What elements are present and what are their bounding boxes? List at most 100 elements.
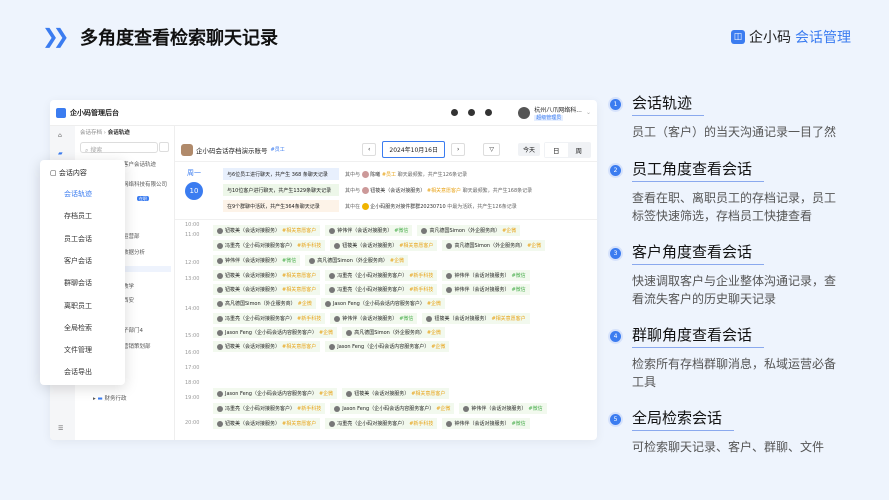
prev-day-button[interactable]: ‹ xyxy=(362,143,377,156)
chat-chip[interactable]: 钮筱美（会话对接服务） #相关意愿客户 xyxy=(342,388,450,399)
menu-item[interactable]: 会话轨迹 xyxy=(64,189,92,199)
menu-item[interactable]: 全局检索 xyxy=(64,323,92,333)
chat-chip[interactable]: Jason Feng（企小码会话内容服务客户） #企微 xyxy=(330,403,455,414)
compass-icon[interactable] xyxy=(451,109,459,116)
menu-item[interactable]: 员工会话 xyxy=(64,234,92,244)
feature-desc: 可检索聊天记录、客户、群聊、文件 xyxy=(632,440,825,454)
chat-chip[interactable]: 冯重亮（企小码对接服务客户） #新手科技 xyxy=(213,313,326,324)
contact-avatar xyxy=(217,272,223,279)
brand-icon: ◫ xyxy=(731,30,745,44)
folder-icon[interactable]: ▰ xyxy=(58,150,63,157)
tree-item[interactable]: 数据分析 xyxy=(123,248,145,256)
feature-title: 群聊角度查看会话 xyxy=(632,324,765,348)
home-icon[interactable]: ⌂ xyxy=(58,132,62,139)
date-picker[interactable]: 2024年10月16日 xyxy=(382,141,445,158)
search-input[interactable]: ⌕ 搜索 xyxy=(80,142,158,154)
chat-chip[interactable]: 钮筱美（会话对接服务） #相关意愿客户 xyxy=(213,341,321,352)
feature-item: 1 会话轨迹 员工（客户）的当天沟通记录一目了然 xyxy=(610,92,855,141)
next-day-button[interactable]: › xyxy=(450,143,466,156)
menu-item[interactable]: 群聊会话 xyxy=(64,278,92,288)
menu-item[interactable]: 会话导出 xyxy=(64,367,92,377)
chat-row: 高凡德国Simon（外企服务商） #企微 Jason Feng（企小码会话内容服务客… xyxy=(213,298,446,309)
chat-chip[interactable]: 钮筱美（会话对接服务） #相关意愿客户 xyxy=(213,284,321,295)
chat-chip[interactable]: 冯重亮（企小码对接服务客户） #新手科技 xyxy=(325,270,438,281)
step-number: 5 xyxy=(610,414,621,425)
contact-avatar xyxy=(463,405,470,412)
time-label: 15:00 xyxy=(185,333,200,339)
chat-chip[interactable]: 高凡德国Simon（外企服务商） #企微 xyxy=(213,298,316,309)
chat-row: 钮筱美（会话对接服务） #相关意愿客户 冯重亮（企小码对接服务客户） #新手科技 钟伟伴… xyxy=(213,418,530,429)
chat-row: 钟伟伴（会话对接服务） #微信 高凡德国Simon（外企服务商） #企微 xyxy=(213,255,409,266)
account-tag: #员工 xyxy=(270,147,285,153)
page-title: 多角度查看检索聊天记录 xyxy=(80,28,278,49)
contact-avatar xyxy=(329,286,336,293)
time-label: 19:00 xyxy=(185,395,200,401)
chat-chip[interactable]: Jason Feng（企小码会话内容服务客户） #企微 xyxy=(320,298,446,309)
breadcrumb: 会话存档 › 会话轨迹 xyxy=(80,130,130,136)
chat-chip[interactable]: 钮筱美（会话对接服务） #相关意愿客户 xyxy=(330,240,438,251)
chat-chip[interactable]: 钟伟伴（会话对接服务） #微信 xyxy=(442,418,530,429)
menu-item[interactable]: 文件管理 xyxy=(64,345,92,355)
tree-item-finance[interactable]: ▸ ▬ 财务行政 xyxy=(93,394,126,402)
chat-chip[interactable]: 高凡德国Simon（外企服务商） #企微 xyxy=(342,327,446,338)
brand-name: 企小码 xyxy=(749,30,791,46)
contact-avatar xyxy=(217,315,223,322)
tab-day[interactable]: 日 xyxy=(545,142,568,157)
chat-chip[interactable]: 高凡德国Simon（外企服务商） #企微 xyxy=(305,255,409,266)
chat-chip[interactable]: 钮筱美（会话对接服务） #相关意愿客户 xyxy=(422,313,530,324)
chat-chip[interactable]: Jason Feng（企小码会话内容服务客户） #企微 xyxy=(213,327,338,338)
calendar-icon[interactable] xyxy=(159,142,169,152)
feature-desc: 检索所有存档群聊消息，私域运营必备工具 xyxy=(632,357,837,389)
chat-chip[interactable]: 冯重亮（企小码对接服务客户） #新手科技 xyxy=(213,240,326,251)
time-label: 10:00 xyxy=(185,222,200,228)
filter-icon[interactable]: ▽ xyxy=(483,143,500,156)
contact-avatar xyxy=(446,272,453,279)
chat-chip[interactable]: 钟伟伴（会话对接服务） #微信 xyxy=(459,403,547,414)
contact-avatar xyxy=(334,315,341,322)
time-label: 17:00 xyxy=(185,365,200,371)
menu-header[interactable]: ▢ 会话内容 xyxy=(50,168,87,178)
chat-chip[interactable]: 冯重亮（企小码对接服务客户） #新手科技 xyxy=(213,403,326,414)
chat-chip[interactable]: 高凡德国Simon（外企服务商） #企微 xyxy=(417,225,521,236)
tree-item[interactable]: 营销策划部 xyxy=(123,342,151,350)
summary-detail: 其中与 陈曦 #员工 聊天最频繁，共产生126条记录 xyxy=(345,171,468,178)
menu-item[interactable]: 客户会话 xyxy=(64,256,92,266)
help-icon[interactable] xyxy=(468,109,476,116)
chat-chip[interactable]: 钟伟伴（会话对接服务） #微信 xyxy=(442,270,530,281)
brand-product: 会话管理 xyxy=(795,30,851,46)
chat-chip[interactable]: 钟伟伴（会话对接服务） #微信 xyxy=(330,313,418,324)
menu-item[interactable]: 离职员工 xyxy=(64,301,92,311)
contact-avatar xyxy=(446,242,453,249)
contact-avatar xyxy=(346,329,353,336)
tree-item[interactable]: 运营部 xyxy=(123,232,140,240)
contact-avatar xyxy=(217,227,223,234)
chat-chip[interactable]: 钮筱美（会话对接服务） #相关意愿客户 xyxy=(213,270,321,281)
summary-badge: 在9个群聊中活跃，共产生364条聊天记录 xyxy=(223,200,339,212)
chat-chip[interactable]: Jason Feng（企小码会话内容服务客户） #企微 xyxy=(325,341,450,352)
feature-desc: 查看在职、离职员工的存档记录，员工标签快速筛选，存档员工快捷查看 xyxy=(632,191,837,223)
tree-item-selected[interactable] xyxy=(123,266,171,272)
app-name: 企小码管理后台 xyxy=(70,108,119,117)
menu-item[interactable]: 存档员工 xyxy=(64,211,92,221)
chat-chip[interactable]: Jason Feng（企小码会话内容服务客户） #企微 xyxy=(213,388,338,399)
chat-chip[interactable]: 钮筱美（会话对接服务） #相关意愿客户 xyxy=(213,418,321,429)
today-button[interactable]: 今天 xyxy=(517,143,540,156)
chat-chip[interactable]: 钮筱美（会话对接服务） #相关意愿客户 xyxy=(213,225,321,236)
contact-avatar xyxy=(217,242,223,249)
chat-chip[interactable]: 冯重亮（企小码对接服务客户） #新手科技 xyxy=(325,284,438,295)
tab-week[interactable]: 周 xyxy=(568,143,591,157)
chat-chip[interactable]: 钟伟伴（会话对接服务） #微信 xyxy=(442,284,530,295)
chat-chip[interactable]: 冯重亮（企小码对接服务客户） #新手科技 xyxy=(325,418,438,429)
settings-icon[interactable] xyxy=(485,109,493,116)
chat-chip[interactable]: 高凡德国Simon（外企服务商） #企微 xyxy=(442,240,546,251)
tree-item[interactable]: 子部门4 xyxy=(123,326,143,334)
chat-chip[interactable]: 钟伟伴（会话对接服务） #微信 xyxy=(325,225,413,236)
tree-item[interactable]: 网络科技有限公司 xyxy=(123,180,167,188)
feature-item: 3 客户角度查看会话 快速调取客户与企业整体沟通记录，查看流失客户的历史聊天记录 xyxy=(610,241,855,308)
contact-avatar xyxy=(446,286,453,293)
collapse-menu-icon[interactable]: ☰ xyxy=(58,425,63,432)
chat-row: Jason Feng（企小码会话内容服务客户） #企微 钮筱美（会话对接服务） #相关… xyxy=(213,388,450,399)
chat-row: 钮筱美（会话对接服务） #相关意愿客户 冯重亮（企小码对接服务客户） #新手科技 钟伟伴… xyxy=(213,284,530,295)
chat-chip[interactable]: 钟伟伴（会话对接服务） #微信 xyxy=(213,255,301,266)
user-menu[interactable]: 杭州八爪网络科... 超级管理员 ⌄ xyxy=(518,105,591,121)
